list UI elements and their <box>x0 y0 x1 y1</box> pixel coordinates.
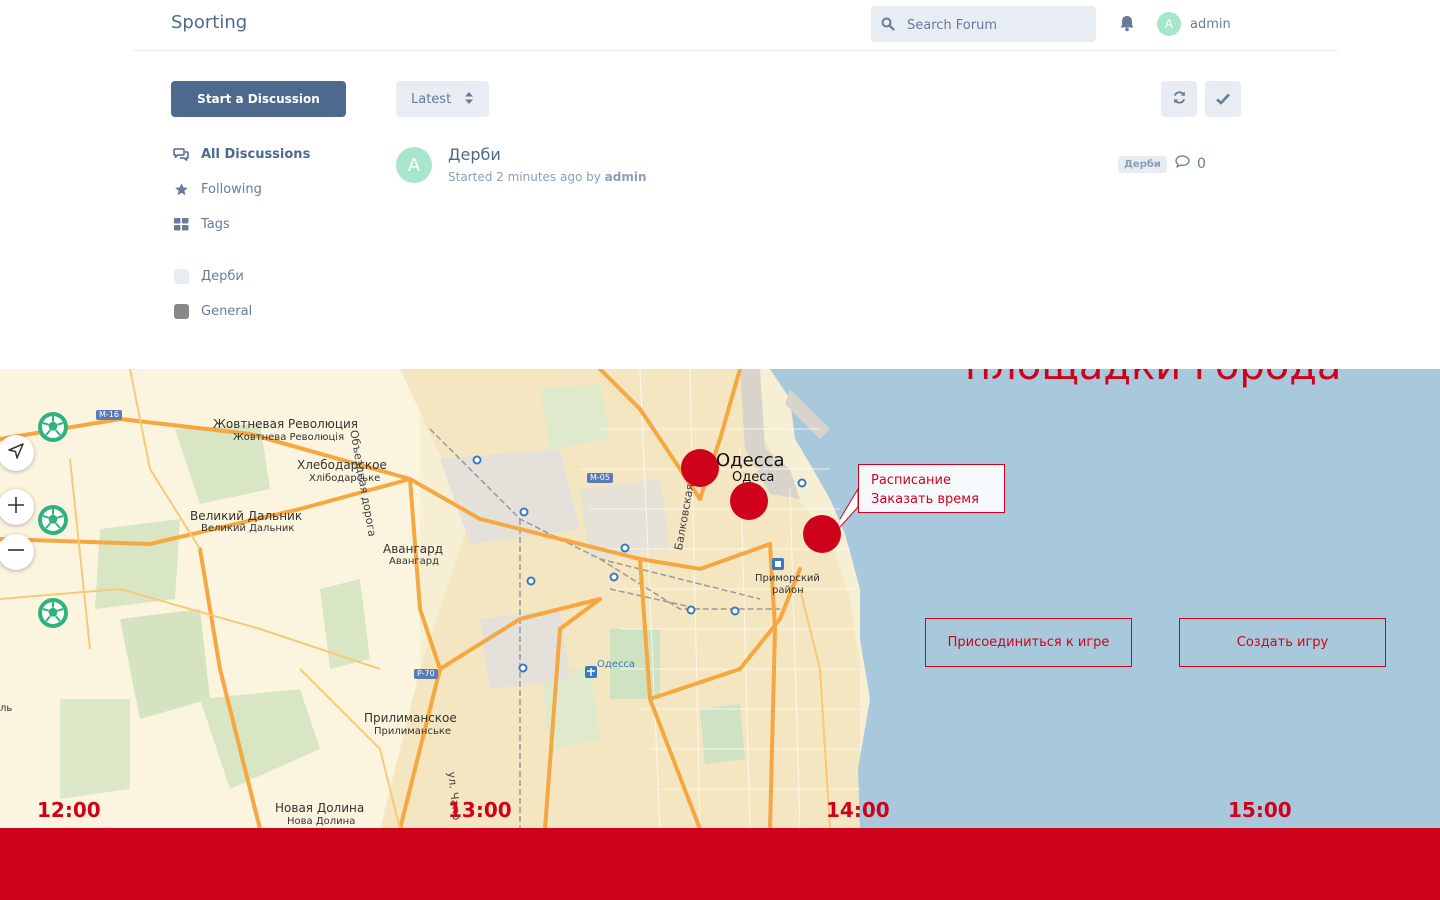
comment-icon <box>1175 155 1190 172</box>
search-icon <box>881 16 895 35</box>
map-label: Жовтнева Революція <box>233 432 345 443</box>
discussion-author-avatar[interactable]: A <box>396 147 432 183</box>
map-label: Хлебодарское <box>297 458 387 472</box>
notifications-bell-icon[interactable] <box>1119 15 1135 36</box>
tag-swatch <box>173 268 189 284</box>
mark-all-read-button[interactable] <box>1205 81 1241 117</box>
nav-all-discussions[interactable]: All Discussions <box>172 144 310 164</box>
refresh-icon <box>1172 90 1187 109</box>
map-label: Одесса <box>597 659 636 670</box>
road-shield: M-05 <box>587 473 613 483</box>
navigation-arrow-icon <box>7 442 25 464</box>
sort-dropdown[interactable]: Latest <box>396 81 489 117</box>
schedule-link[interactable]: Расписание <box>871 471 1004 490</box>
discussion-meta-text: Started 2 minutes ago by <box>448 170 601 184</box>
map-label: Великий Дальник <box>201 523 295 534</box>
map-label: Прилиманское <box>364 711 457 725</box>
star-icon <box>172 182 190 197</box>
reply-count: 0 <box>1197 155 1206 172</box>
map-canvas[interactable] <box>0 369 1440 829</box>
court-popup: Расписание Заказать время <box>858 464 1005 513</box>
soccer-ball-icon[interactable] <box>37 597 69 629</box>
avatar: A <box>1157 12 1181 36</box>
minus-icon <box>6 540 26 564</box>
discussion-reply-count: 0 <box>1175 155 1206 172</box>
nav-label: Tags <box>201 216 230 232</box>
sort-caret-icon <box>465 92 473 108</box>
tags-grid-icon <box>172 217 190 231</box>
plus-icon <box>6 495 26 519</box>
tag-swatch-wrapper <box>172 268 190 284</box>
discussion-author-link[interactable]: admin <box>605 170 647 184</box>
court-marker[interactable] <box>803 515 841 553</box>
time-label: 12:00 <box>37 798 101 822</box>
tag-label: Дерби <box>201 268 244 284</box>
map-label: ль <box>0 703 13 714</box>
sort-label: Latest <box>411 91 452 107</box>
map-label: район <box>772 585 804 596</box>
nav-following[interactable]: Following <box>172 179 262 199</box>
tag-label: General <box>201 303 253 319</box>
tag-swatch-wrapper <box>172 303 190 319</box>
road-shield: M-16 <box>96 410 122 420</box>
start-discussion-button[interactable]: Start a Discussion <box>171 81 346 117</box>
court-marker[interactable] <box>681 449 719 487</box>
comments-icon <box>172 147 190 161</box>
tag-link-general[interactable]: General <box>172 301 252 321</box>
tag-link-derby[interactable]: Дерби <box>172 266 244 286</box>
map-label: Новая Долина <box>275 801 365 815</box>
forum-brand[interactable]: Sporting <box>171 12 247 33</box>
join-game-button[interactable]: Присоединиться к игре <box>925 618 1132 667</box>
road-shield: P-70 <box>414 669 438 679</box>
soccer-ball-icon[interactable] <box>37 411 69 443</box>
map-label: Прилиманське <box>374 726 452 737</box>
check-icon <box>1216 90 1230 109</box>
map-label: Нова Долина <box>287 816 356 827</box>
discussion-tag-badge[interactable]: Дерби <box>1118 156 1167 173</box>
nav-tags[interactable]: Tags <box>172 214 230 234</box>
time-label: 14:00 <box>826 798 890 822</box>
discussion-title[interactable]: Дерби <box>448 145 501 164</box>
map-label: Авангард <box>389 556 440 567</box>
map-label: Одесса <box>716 450 785 471</box>
court-marker[interactable] <box>730 482 768 520</box>
tag-swatch <box>173 303 189 319</box>
refresh-button[interactable] <box>1161 81 1197 117</box>
create-game-button[interactable]: Создать игру <box>1179 618 1386 667</box>
map-label: Приморский <box>755 573 820 584</box>
time-label: 15:00 <box>1228 798 1292 822</box>
book-time-link[interactable]: Заказать время <box>871 490 1004 509</box>
map-label: Авангард <box>383 542 444 556</box>
time-label: 13:00 <box>448 798 512 822</box>
search-box[interactable] <box>871 6 1096 42</box>
courts-map[interactable]: Жовтневая Революция Жовтнева Революція Х… <box>0 369 1440 829</box>
section-title: площадки города <box>965 369 1341 389</box>
footer-bar <box>0 828 1440 900</box>
map-label: Жовтневая Революция <box>213 417 359 431</box>
soccer-ball-icon[interactable] <box>37 504 69 536</box>
username: admin <box>1190 16 1231 32</box>
map-label: Одеса <box>732 470 775 485</box>
nav-label: Following <box>201 181 262 197</box>
map-label: Великий Дальник <box>190 509 303 523</box>
discussion-meta: Started 2 minutes ago by admin <box>448 170 647 184</box>
user-menu[interactable]: A admin <box>1157 12 1231 36</box>
forum-header: Sporting A admin <box>133 0 1338 51</box>
search-input[interactable] <box>905 14 1089 36</box>
nav-label: All Discussions <box>201 146 311 162</box>
